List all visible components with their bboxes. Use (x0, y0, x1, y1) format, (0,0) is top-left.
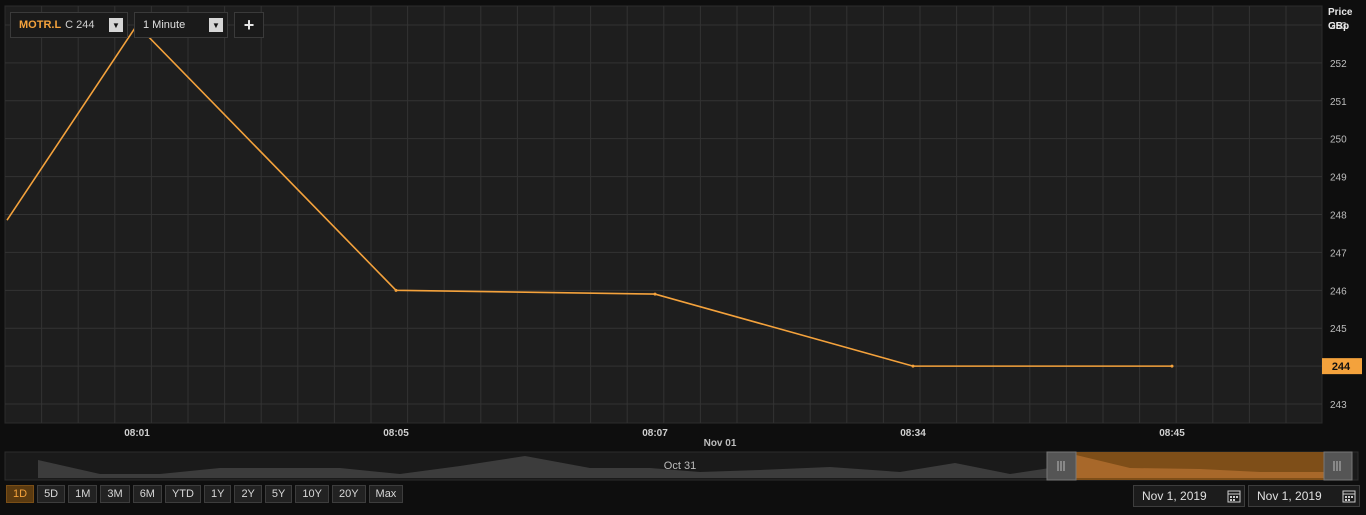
last-price-label: 244 (1332, 361, 1351, 373)
navigator-date-label: Oct 31 (664, 460, 696, 472)
y-tick-label: 251 (1330, 97, 1347, 108)
price-point (911, 364, 915, 368)
range-button-1y[interactable]: 1Y (203, 485, 232, 503)
price-point (653, 292, 657, 296)
y-tick-label: 250 (1330, 135, 1347, 146)
range-button-6m[interactable]: 6M (132, 485, 162, 503)
calendar-icon[interactable] (1226, 488, 1242, 504)
y-tick-label: 245 (1330, 324, 1347, 335)
date-to-field[interactable]: Nov 1, 2019 (1248, 485, 1360, 507)
chevron-down-icon[interactable]: ▼ (209, 18, 223, 32)
y-tick-label: 243 (1330, 400, 1347, 411)
range-button-3m[interactable]: 3M (100, 485, 130, 503)
calendar-icon[interactable] (1341, 488, 1357, 504)
y-axis-unit-currency: GBp (1328, 21, 1350, 32)
x-tick-label: 08:45 (1159, 428, 1185, 439)
y-axis-unit: Price GBp (1328, 6, 1358, 34)
y-tick-label: 252 (1330, 59, 1347, 70)
range-button-5d[interactable]: 5D (37, 485, 66, 503)
add-study-button[interactable]: + (234, 12, 264, 38)
date-to-value: Nov 1, 2019 (1257, 489, 1322, 503)
interval-selector[interactable]: 1 Minute ▼ (134, 12, 228, 38)
range-button-1d[interactable]: 1D (6, 485, 35, 503)
y-axis-unit-price: Price (1328, 7, 1353, 18)
range-button-1m[interactable]: 1M (68, 485, 98, 503)
range-button-max[interactable]: Max (368, 485, 404, 503)
range-button-20y[interactable]: 20Y (331, 485, 366, 503)
range-selector: 1D 5D 1M 3M 6M YTD 1Y 2Y 5Y 10Y 20Y Max (6, 485, 404, 503)
chart-toolbar: MOTR.L C 244 ▼ 1 Minute ▼ + (10, 12, 264, 40)
y-axis: 243244245246247248249250251252253 (1330, 21, 1347, 411)
y-tick-label: 249 (1330, 173, 1347, 184)
range-button-10y[interactable]: 10Y (295, 485, 329, 503)
symbol-name: MOTR.L (19, 19, 62, 31)
x-tick-label: 08:01 (124, 428, 150, 439)
y-tick-label: 246 (1330, 286, 1347, 297)
x-tick-label: 08:05 (383, 428, 409, 439)
x-tick-label: 08:34 (900, 428, 926, 439)
symbol-close: C 244 (65, 19, 95, 31)
price-chart: 243244245246247248249250251252253 08:010… (4, 5, 1362, 481)
y-tick-label: 247 (1330, 248, 1347, 259)
chevron-down-icon[interactable]: ▼ (109, 18, 123, 32)
range-button-2y[interactable]: 2Y (234, 485, 262, 503)
range-button-ytd[interactable]: YTD (164, 485, 201, 503)
y-tick-label: 248 (1330, 211, 1347, 222)
x-axis-date-label: Nov 01 (704, 438, 737, 449)
x-tick-label: 08:07 (642, 428, 668, 439)
interval-label: 1 Minute (143, 19, 186, 31)
navigator-right-handle[interactable] (1323, 451, 1353, 481)
range-button-5y[interactable]: 5Y (264, 485, 293, 503)
date-from-field[interactable]: Nov 1, 2019 (1133, 485, 1245, 507)
symbol-selector[interactable]: MOTR.L C 244 ▼ (10, 12, 128, 38)
price-point (394, 288, 398, 292)
x-axis: 08:01 08:05 08:07 08:34 08:45 (124, 428, 1185, 439)
date-from-value: Nov 1, 2019 (1142, 489, 1207, 503)
price-point (1170, 364, 1174, 368)
